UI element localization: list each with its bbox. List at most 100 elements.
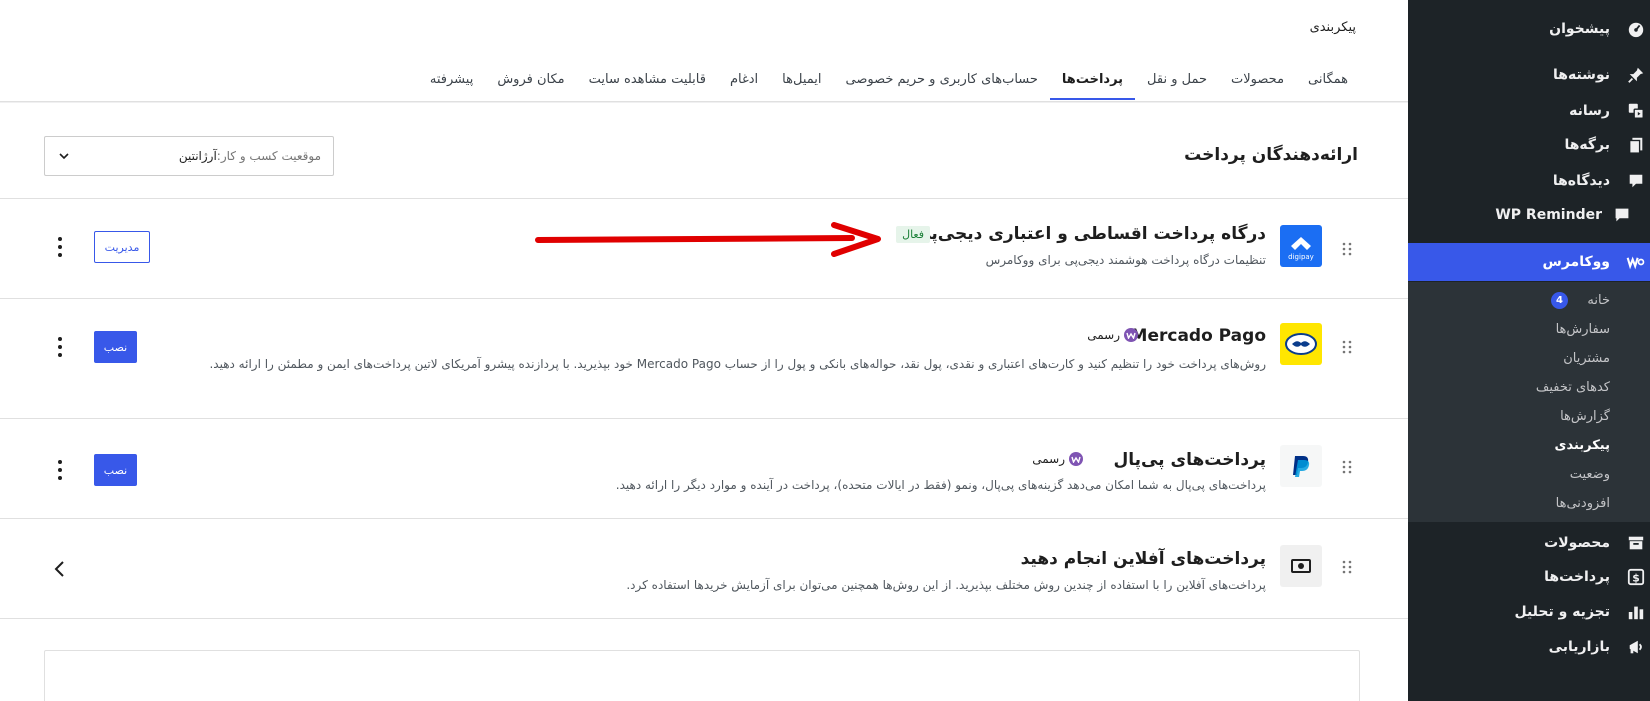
- media-icon: [1626, 101, 1646, 121]
- sidebar-item-marketing[interactable]: بازاریابی: [1408, 630, 1650, 664]
- sidebar-item-label: پرداخت‌ها: [1544, 569, 1610, 585]
- submenu-item-orders[interactable]: سفارش‌ها: [1408, 315, 1650, 343]
- woo-icon: [1626, 252, 1646, 272]
- payment-providers-panel: ارائه‌دهندگان پرداخت موقعیت کسب و کار: آر…: [0, 103, 1408, 701]
- more-providers-box: [44, 650, 1360, 701]
- submenu-item-label: خانه: [1587, 292, 1610, 308]
- home-count-badge: 4: [1551, 292, 1568, 309]
- location-prefix: موقعیت کسب و کار:: [216, 149, 321, 163]
- comments-icon: [1626, 171, 1646, 191]
- page-title: پیکربندی: [1309, 20, 1356, 35]
- gateway-row-mercado-pago: Mercado Pago رسمی روش‌های پرداخت خود را …: [0, 299, 1408, 419]
- sidebar-item-comments[interactable]: دیدگاه‌ها: [1408, 164, 1650, 198]
- submenu-item-reports[interactable]: گزارش‌ها: [1408, 402, 1650, 430]
- sidebar-item-label: رسانه: [1569, 103, 1610, 119]
- submenu-item-coupons[interactable]: کدهای تخفیف: [1408, 373, 1650, 401]
- chat-icon: [1612, 205, 1632, 225]
- section-header: ارائه‌دهندگان پرداخت موقعیت کسب و کار: آر…: [0, 103, 1408, 199]
- archive-icon: [1626, 533, 1646, 553]
- sidebar-item-analytics[interactable]: تجزیه و تحلیل: [1408, 595, 1650, 629]
- sidebar-item-label: نوشته‌ها: [1553, 67, 1610, 83]
- chevron-down-icon: [59, 153, 69, 160]
- gateway-description: تنظیمات درگاه پرداخت هوشمند دیجی‌پی برای…: [985, 253, 1266, 267]
- submenu-item-customers[interactable]: مشتریان: [1408, 344, 1650, 372]
- more-options-icon[interactable]: [52, 336, 68, 358]
- tab-shipping[interactable]: حمل و نقل: [1135, 58, 1219, 99]
- sidebar-item-media[interactable]: رسانه: [1408, 94, 1650, 128]
- drag-handle-icon[interactable]: [1341, 242, 1353, 256]
- drag-handle-icon[interactable]: [1341, 560, 1353, 574]
- mercado-pago-logo: [1280, 323, 1322, 365]
- pin-icon: [1626, 65, 1646, 85]
- sidebar-item-products[interactable]: محصولات: [1408, 526, 1650, 560]
- tab-integration[interactable]: ادغام: [718, 58, 770, 99]
- gateway-description: پرداخت‌های پی‌پال به شما امکان می‌دهد گز…: [615, 478, 1266, 492]
- submenu-item-label: وضعیت: [1569, 466, 1610, 482]
- drag-handle-icon[interactable]: [1341, 460, 1353, 474]
- sidebar-item-label: برگه‌ها: [1564, 137, 1610, 153]
- sidebar-item-label: پیشخوان: [1549, 21, 1610, 37]
- submenu-item-label: گزارش‌ها: [1560, 408, 1610, 424]
- sidebar-item-wp-reminder[interactable]: WP Reminder: [1408, 198, 1650, 232]
- tab-accounts-privacy[interactable]: حساب‌های کاربری و حریم خصوصی: [834, 58, 1050, 99]
- digipay-logo: digipay: [1280, 225, 1322, 267]
- tab-general[interactable]: همگانی: [1296, 58, 1360, 99]
- install-button[interactable]: نصب: [94, 331, 137, 363]
- official-label: رسمی: [1032, 452, 1065, 466]
- submenu-item-label: مشتریان: [1563, 350, 1610, 366]
- offline-payments-logo: [1280, 545, 1322, 587]
- sidebar-item-label: تجزیه و تحلیل: [1514, 604, 1610, 620]
- paypal-logo: [1280, 445, 1322, 487]
- submenu-item-home[interactable]: خانه 4: [1408, 286, 1650, 314]
- gateway-row-paypal: پرداخت‌های پی‌پال رسمی پرداخت‌های پی‌پال…: [0, 419, 1408, 519]
- sidebar-item-dashboard[interactable]: پیشخوان: [1408, 12, 1650, 46]
- gateway-title: پرداخت‌های آفلاین انجام دهید: [1020, 549, 1266, 569]
- sidebar-item-woocommerce[interactable]: ووکامرس: [1399, 243, 1650, 281]
- tab-emails[interactable]: ایمیل‌ها: [770, 58, 833, 99]
- annotation-arrow: [535, 222, 881, 257]
- sidebar-item-label: محصولات: [1544, 535, 1610, 551]
- location-value: آرژانتین: [178, 149, 217, 163]
- manage-button[interactable]: مدیریت: [94, 231, 150, 263]
- sidebar-item-pages[interactable]: برگه‌ها: [1408, 128, 1650, 162]
- official-badge: رسمی: [1032, 452, 1083, 466]
- gateway-description: روش‌های پرداخت خود را تنظیم کنید و کارت‌…: [209, 357, 1266, 371]
- tab-payments[interactable]: پرداخت‌ها: [1049, 58, 1136, 100]
- submenu-item-status[interactable]: وضعیت: [1408, 460, 1650, 488]
- submenu-item-settings[interactable]: پیکربندی: [1408, 431, 1650, 459]
- sidebar-item-payments[interactable]: $ پرداخت‌ها: [1408, 560, 1650, 594]
- pages-icon: [1626, 135, 1646, 155]
- settings-header: پیکربندی همگانی محصولات حمل و نقل پرداخت…: [0, 0, 1408, 102]
- dollar-icon: $: [1626, 567, 1646, 587]
- install-button[interactable]: نصب: [94, 454, 137, 486]
- megaphone-icon: [1626, 637, 1646, 657]
- sidebar-item-label: بازاریابی: [1548, 639, 1610, 655]
- gateway-title: پرداخت‌های پی‌پال: [1113, 450, 1266, 470]
- tab-products[interactable]: محصولات: [1219, 58, 1296, 99]
- status-badge: فعال: [896, 226, 930, 243]
- svg-text:digipay: digipay: [1288, 253, 1314, 261]
- submenu-item-label: سفارش‌ها: [1555, 321, 1610, 337]
- tab-advanced[interactable]: پیشرفته: [418, 58, 485, 99]
- woo-official-icon: [1124, 328, 1138, 342]
- tab-site-visibility[interactable]: قابلیت مشاهده سایت: [577, 58, 718, 99]
- submenu-item-label: پیکربندی: [1554, 437, 1610, 453]
- chart-icon: [1626, 602, 1646, 622]
- submenu-item-extensions[interactable]: افزودنی‌ها: [1408, 489, 1650, 517]
- submenu-item-label: کدهای تخفیف: [1535, 379, 1610, 395]
- section-title: ارائه‌دهندگان پرداخت: [1184, 145, 1358, 165]
- sidebar-item-label: دیدگاه‌ها: [1552, 173, 1610, 189]
- more-options-icon[interactable]: [52, 459, 68, 481]
- sidebar-item-posts[interactable]: نوشته‌ها: [1408, 58, 1650, 92]
- dashboard-icon: [1626, 19, 1646, 39]
- drag-handle-icon[interactable]: [1341, 340, 1353, 354]
- gateway-row-offline: پرداخت‌های آفلاین انجام دهید پرداخت‌های …: [0, 519, 1408, 619]
- svg-text:$: $: [1632, 572, 1640, 585]
- settings-tabs: همگانی محصولات حمل و نقل پرداخت‌ها حساب‌…: [418, 58, 1360, 100]
- more-options-icon[interactable]: [52, 236, 68, 258]
- business-location-select[interactable]: موقعیت کسب و کار: آرژانتین: [44, 136, 334, 176]
- chevron-left-icon[interactable]: [52, 560, 68, 578]
- official-label: رسمی: [1087, 328, 1120, 342]
- gateway-title: Mercado Pago: [1130, 326, 1266, 346]
- tab-point-of-sale[interactable]: مکان فروش: [485, 58, 576, 99]
